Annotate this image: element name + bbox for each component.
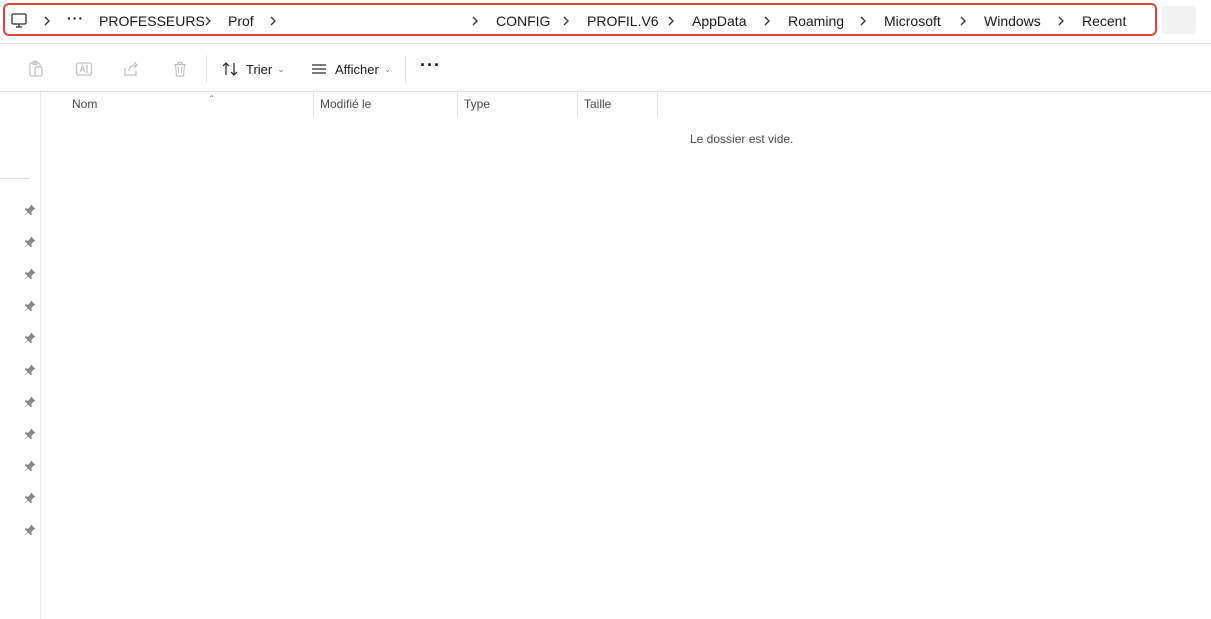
toolbar-divider xyxy=(206,55,207,83)
address-row: ··· PROFESSEURS Prof CONFIG PROFIL.V6 Ap… xyxy=(0,0,1211,44)
view-label: Afficher xyxy=(335,61,379,77)
chevron-right-icon[interactable] xyxy=(41,12,53,30)
breadcrumb-professeurs[interactable]: PROFESSEURS xyxy=(99,12,205,30)
breadcrumb-profil-v6[interactable]: PROFIL.V6 xyxy=(587,12,659,30)
nav-divider xyxy=(0,178,30,179)
toolbar-divider xyxy=(405,55,406,83)
chevron-right-icon[interactable] xyxy=(1055,12,1067,30)
pin-icon[interactable] xyxy=(23,523,37,537)
breadcrumb-windows[interactable]: Windows xyxy=(984,12,1041,30)
command-bar: Trier ⌄ Afficher ⌄ ··· xyxy=(0,45,1211,92)
view-button[interactable]: Afficher ⌄ xyxy=(311,56,391,82)
rename-icon[interactable] xyxy=(73,58,95,80)
column-header-size[interactable]: Taille xyxy=(578,92,658,117)
address-bar[interactable]: ··· PROFESSEURS Prof CONFIG PROFIL.V6 Ap… xyxy=(3,3,1157,36)
pin-icon[interactable] xyxy=(23,235,37,249)
breadcrumb-microsoft[interactable]: Microsoft xyxy=(884,12,941,30)
pin-icon[interactable] xyxy=(23,427,37,441)
chevron-right-icon[interactable] xyxy=(560,12,572,30)
column-header-modified[interactable]: Modifié le xyxy=(314,92,458,117)
column-header-name[interactable]: Nom ˆ xyxy=(66,92,314,117)
share-icon[interactable] xyxy=(120,58,142,80)
breadcrumb-overflow-button[interactable]: ··· xyxy=(67,10,84,26)
empty-folder-message: Le dossier est vide. xyxy=(690,132,794,146)
column-header-size-label: Taille xyxy=(584,97,612,111)
column-header-name-label: Nom xyxy=(72,97,98,111)
chevron-down-icon: ⌄ xyxy=(277,63,285,74)
breadcrumb-appdata[interactable]: AppData xyxy=(692,12,746,30)
column-header-row: Nom ˆ Modifié le Type Taille xyxy=(41,92,1211,117)
pin-icon[interactable] xyxy=(23,331,37,345)
sort-ascending-icon: ˆ xyxy=(210,95,214,106)
sort-label: Trier xyxy=(246,61,273,77)
sort-button[interactable]: Trier ⌄ xyxy=(222,56,285,82)
pin-icon[interactable] xyxy=(23,491,37,505)
this-pc-icon[interactable] xyxy=(10,12,28,30)
navigation-pane xyxy=(0,92,41,619)
chevron-right-icon[interactable] xyxy=(957,12,969,30)
breadcrumb-prof[interactable]: Prof xyxy=(228,12,254,30)
column-header-type[interactable]: Type xyxy=(458,92,578,117)
pin-icon[interactable] xyxy=(23,459,37,473)
chevron-right-icon[interactable] xyxy=(857,12,869,30)
column-header-type-label: Type xyxy=(464,97,491,111)
paste-icon[interactable] xyxy=(25,58,47,80)
breadcrumb-config[interactable]: CONFIG xyxy=(496,12,550,30)
pin-icon[interactable] xyxy=(23,299,37,313)
column-header-modified-label: Modifié le xyxy=(320,97,372,111)
chevron-down-icon: ⌄ xyxy=(383,63,392,74)
breadcrumb-recent[interactable]: Recent xyxy=(1082,12,1126,30)
pin-icon[interactable] xyxy=(23,395,37,409)
more-options-button[interactable]: ··· xyxy=(420,55,441,76)
chevron-right-icon[interactable] xyxy=(202,12,214,30)
pin-icon[interactable] xyxy=(23,203,37,217)
pin-icon[interactable] xyxy=(23,363,37,377)
file-explorer-window: ··· PROFESSEURS Prof CONFIG PROFIL.V6 Ap… xyxy=(0,0,1211,619)
chevron-right-icon[interactable] xyxy=(267,12,279,30)
breadcrumb-roaming[interactable]: Roaming xyxy=(788,12,844,30)
search-box[interactable] xyxy=(1162,6,1196,34)
chevron-right-icon[interactable] xyxy=(761,12,773,30)
pin-icon[interactable] xyxy=(23,267,37,281)
chevron-right-icon[interactable] xyxy=(665,12,677,30)
sort-icon xyxy=(222,62,238,76)
view-list-icon xyxy=(312,64,326,74)
chevron-right-icon[interactable] xyxy=(469,12,481,30)
delete-icon[interactable] xyxy=(169,58,191,80)
